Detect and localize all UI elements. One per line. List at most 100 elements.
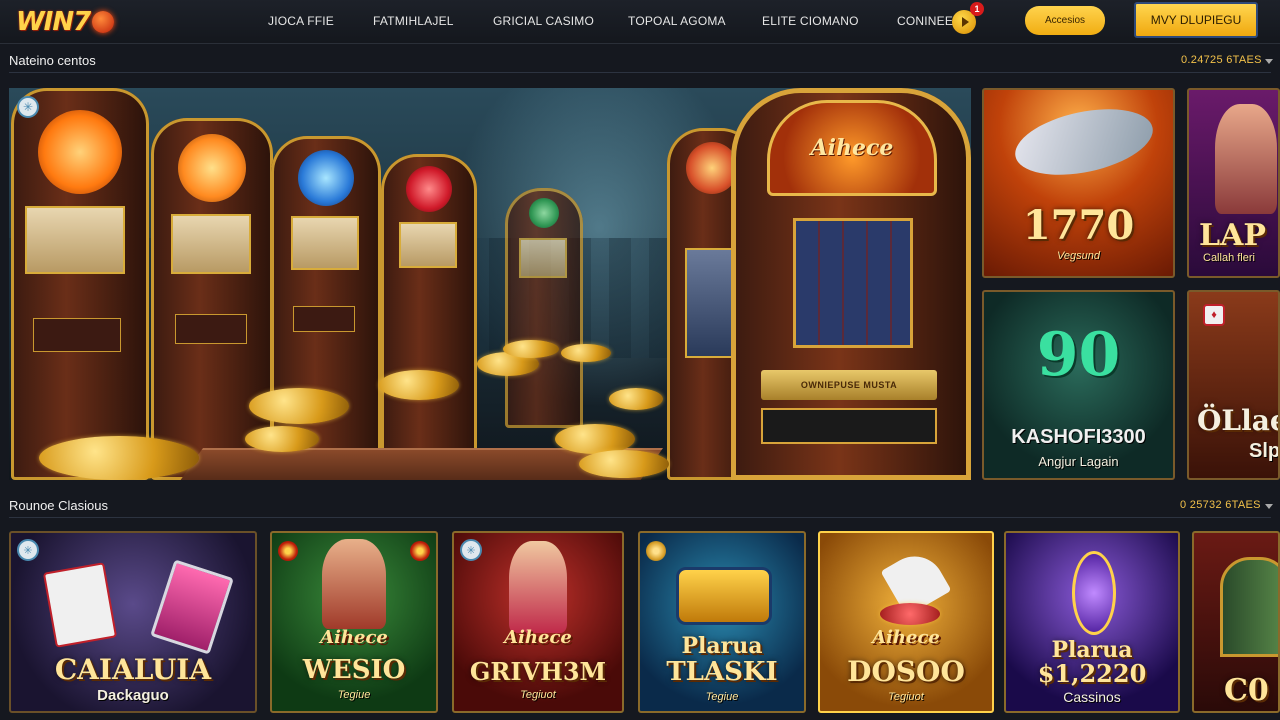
game-tile-subtitle: Tegiuot — [888, 691, 924, 703]
game-tile-title: C0 — [1224, 673, 1269, 708]
featured-section-count[interactable]: 0.24725 6TAES — [1181, 54, 1262, 66]
side-tile-subtitle: Slp — [1249, 440, 1280, 462]
game-tile-1[interactable]: ✳ CAIALUIA Dackaguo — [9, 531, 257, 713]
chevron-down-icon[interactable] — [1265, 59, 1273, 64]
nav-item-3[interactable]: GRICIAL CASIMO — [493, 14, 594, 28]
game-tile-4[interactable]: Plarua TLASKI Tegiue — [638, 531, 806, 713]
access-button[interactable]: Accesios — [1025, 6, 1105, 35]
game-tile-title: GRIVH3M — [469, 657, 607, 686]
gold-coin-pile — [503, 340, 559, 358]
trophy-graphic — [1009, 98, 1159, 186]
game-tile-subtitle: Tegiue — [337, 689, 371, 701]
nav-item-4[interactable]: TOPOAL AGOMA — [628, 14, 726, 28]
top-navigation-bar: WIN7 JIOCA FFIE FATMIHLAJEL GRICIAL CASI… — [0, 0, 1280, 44]
machine-graphic — [1220, 557, 1278, 657]
game-tile-side-4[interactable]: ♦ ÖLlaer Slp — [1187, 290, 1280, 480]
snowflake-icon: ✳ — [460, 539, 482, 561]
game-tile-6[interactable]: Plarua $1,2220 Cassinos — [1004, 531, 1180, 713]
brand-logo-text: WIN7 — [16, 7, 91, 37]
nav-item-2[interactable]: FATMIHLAJEL — [373, 14, 454, 28]
playing-card — [42, 562, 118, 648]
gold-coin-pile — [579, 450, 669, 478]
side-tile-title: KASHOFI3300 — [1011, 426, 1146, 448]
play-icon — [961, 17, 969, 27]
dice-cup — [150, 559, 234, 655]
gold-coin-pile — [561, 344, 611, 362]
game-tile-subtitle: Tegiuot — [520, 689, 556, 701]
hero-banner[interactable]: Aihece OWNIEPUSE MUSTA ✳ — [9, 88, 971, 480]
gold-coin-pile — [609, 388, 663, 410]
game-tile-side-1[interactable]: 1770 Vegsund — [982, 88, 1175, 278]
chevron-down-icon[interactable] — [1265, 504, 1273, 509]
featured-slot-machine[interactable]: Aihece OWNIEPUSE MUSTA — [731, 88, 971, 480]
game-tile-5[interactable]: Aihece DOSOO Tegiuot — [818, 531, 994, 713]
slot-machine-5 — [505, 188, 583, 428]
flower-icon — [410, 541, 430, 561]
game-tile-title: $1,2220 — [1037, 659, 1147, 688]
machine-tray — [761, 408, 937, 444]
character-figure — [509, 541, 567, 633]
flower-icon — [278, 541, 298, 561]
game-tile-3[interactable]: ✳ Aihece GRIVH3M Tegiuot — [452, 531, 624, 713]
game-tile-script: Aihece — [872, 627, 940, 648]
lamp-red — [406, 166, 452, 212]
notification-badge: 1 — [970, 2, 984, 16]
game-tile-2[interactable]: Aihece WESIO Tegiue — [270, 531, 438, 713]
game-tile-title: WESIO — [302, 655, 406, 685]
character-figure — [1215, 104, 1277, 214]
side-tile-subtitle: Angjur Lagain — [1038, 454, 1119, 469]
character-figure — [322, 539, 386, 629]
game-tile-title: DOSOO — [847, 655, 965, 688]
game-tile-title: TLASKI — [666, 657, 778, 687]
gem-graphic — [1072, 551, 1116, 635]
nav-item-1[interactable]: JIOCA FFIE — [268, 14, 334, 28]
machine-graphic — [676, 567, 772, 625]
nav-item-5[interactable]: ELITE CIOMANO — [762, 14, 859, 28]
game-tile-script: Aihece — [504, 627, 572, 648]
gold-coin-pile — [379, 370, 459, 400]
machine-screen — [25, 206, 125, 274]
lamp-blue — [298, 150, 354, 206]
machine-reel-grid — [793, 218, 913, 348]
lamp-orange — [178, 134, 246, 202]
side-tile-title: LAP — [1199, 218, 1266, 253]
machine-screen — [291, 216, 359, 270]
side-tile-subtitle: Vegsund — [1056, 250, 1101, 262]
snowflake-icon: ✳ — [17, 96, 39, 118]
classics-section-count[interactable]: 0 25732 6TAES — [1180, 499, 1261, 511]
flower-icon — [646, 541, 666, 561]
snowflake-icon: ✳ — [17, 539, 39, 561]
slot-machine-4 — [381, 154, 477, 454]
game-tile-7[interactable]: C0 — [1192, 531, 1280, 713]
machine-panel — [293, 306, 355, 332]
nav-item-6[interactable]: CONINEE — [897, 14, 953, 28]
game-tile-subtitle: Tegiue — [705, 691, 739, 703]
game-tile-script: Plarua — [681, 633, 763, 659]
featured-section-title: Nateino centos — [9, 53, 96, 68]
side-tile-title: 1770 — [1022, 202, 1135, 249]
gem-pile — [880, 603, 940, 625]
section-divider — [9, 517, 1271, 518]
game-tile-side-3[interactable]: 90 KASHOFI3300 Angjur Lagain — [982, 290, 1175, 480]
machine-topper: Aihece — [767, 100, 937, 196]
game-tile-subtitle: Cassinos — [1063, 689, 1121, 705]
game-tile-subtitle: Dackaguo — [97, 687, 169, 704]
gold-coin-pile — [39, 436, 199, 480]
machine-panel — [33, 318, 121, 352]
game-tile-script: Aihece — [320, 627, 388, 648]
section-divider — [9, 72, 1271, 73]
game-tile-title: CAIALUIA — [54, 653, 212, 686]
side-tile-title: ÖLlaer — [1197, 404, 1278, 437]
crest-icon: ♦ — [1203, 304, 1225, 326]
game-tile-side-2[interactable]: LAP Callah fleri — [1187, 88, 1280, 278]
machine-screen — [171, 214, 251, 274]
slot-machine-1 — [11, 88, 149, 480]
lamp-green — [529, 198, 559, 228]
side-tile-number: 90 — [1036, 320, 1121, 390]
machine-screen — [685, 248, 737, 358]
brand-logo[interactable]: WIN7 — [16, 4, 115, 40]
deposit-button[interactable]: MVY DLUPIEGU — [1134, 2, 1258, 38]
lamp-orange — [38, 110, 122, 194]
side-tile-subtitle: Callah fleri — [1203, 252, 1255, 264]
gold-coin-pile — [245, 426, 319, 452]
